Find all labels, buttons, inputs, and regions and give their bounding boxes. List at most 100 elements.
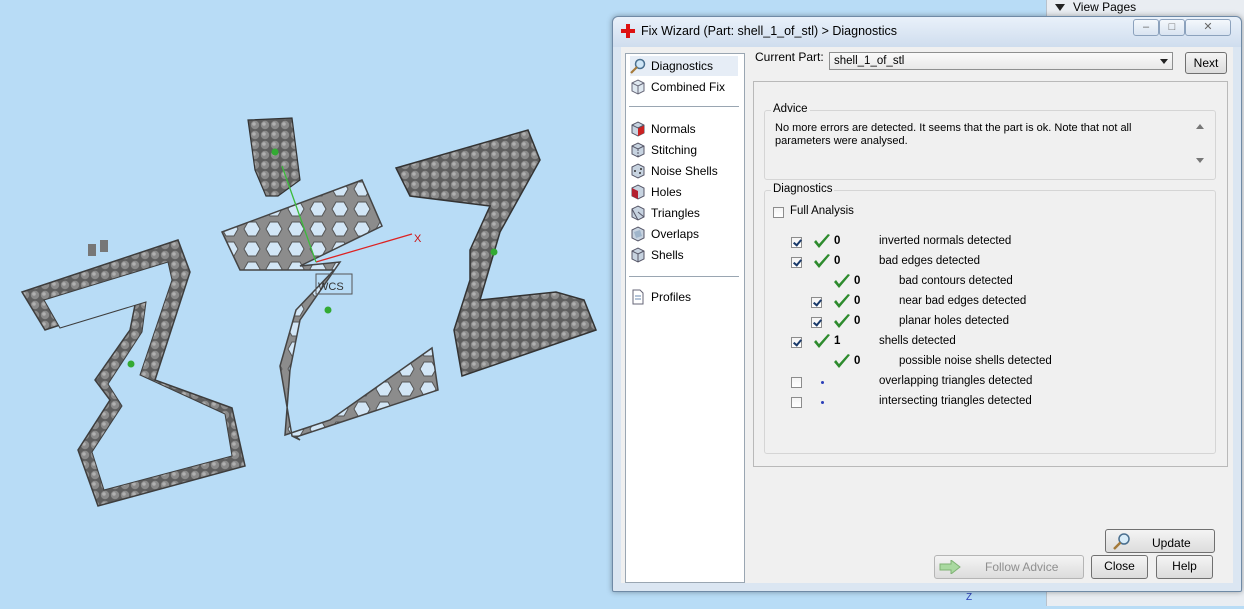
advice-title: Advice [771,103,810,115]
maximize-icon: □ [1168,21,1176,33]
magnifier-icon [1113,533,1130,550]
row-label: intersecting triangles detected [879,395,1032,407]
next-button[interactable]: Next [1185,52,1227,74]
nav-label: Noise Shells [651,164,718,178]
nav-item-combined-fix[interactable]: Combined Fix [630,77,738,97]
stitching-cube-icon [631,142,645,158]
check-mark-icon [834,314,850,328]
scroll-up-icon [1196,124,1204,129]
nav-divider [629,106,739,107]
pending-dot-icon [821,381,824,384]
advice-text: No more errors are detected. It seems th… [775,122,1132,147]
red-cross-icon [621,24,635,38]
diagnostics-group: Diagnostics Full Analysis 0 inverted norm… [764,183,1216,553]
advice-group: Advice No more errors are detected. It s… [764,103,1216,180]
row-checkbox[interactable] [791,257,802,268]
row-checkbox[interactable] [791,237,802,248]
view-pages-header[interactable]: View Pages [1055,0,1136,14]
nav-item-stitching[interactable]: Stitching [630,140,738,160]
collapse-triangle-icon [1055,4,1065,12]
check-mark-icon [834,294,850,308]
diagnostics-panel: Advice No more errors are detected. It s… [753,81,1228,553]
row-count: 1 [834,335,841,347]
close-button[interactable]: Close [1091,555,1148,579]
current-part-select[interactable]: shell_1_of_stl [829,52,1173,70]
update-label: Update [1152,536,1191,550]
arrow-right-icon [939,560,961,574]
row-label: bad contours detected [899,275,1013,287]
nav-label: Overlaps [651,227,700,241]
shells-cube-icon [631,247,645,263]
chevron-down-icon [1160,59,1168,64]
maximize-button[interactable]: □ [1159,19,1185,36]
row-checkbox[interactable] [811,297,822,308]
current-part-label: Current Part: [755,50,824,64]
scroll-down-icon [1196,158,1204,163]
update-button[interactable]: Update [1105,529,1215,553]
dialog-titlebar[interactable]: Fix Wizard (Part: shell_1_of_stl) > Diag… [613,17,1241,47]
nav-label: Normals [651,122,696,136]
noise-shells-icon [631,163,645,179]
check-mark-icon [834,274,850,288]
nav-divider [629,276,739,277]
nav-label: Stitching [651,143,698,157]
row-label: shells detected [879,335,956,347]
nav-item-overlaps[interactable]: Overlaps [630,224,738,244]
current-part-value: shell_1_of_stl [834,55,905,67]
nav-item-diagnostics[interactable]: Diagnostics [630,56,738,76]
wcs-label: WCS [318,281,344,293]
nav-label: Holes [651,185,682,199]
view-pages-label: View Pages [1073,0,1137,14]
pending-dot-icon [821,401,824,404]
row-label: inverted normals detected [879,235,1012,247]
triangles-cube-icon [631,205,645,221]
row-count: 0 [854,295,861,307]
z-part-right [394,129,597,377]
check-mark-icon [814,334,830,348]
close-window-button[interactable]: ✕ [1185,19,1231,36]
close-icon: ✕ [1203,21,1213,33]
nav-label: Triangles [651,206,700,220]
nav-label: Diagnostics [651,59,714,73]
holes-cube-icon [631,184,645,200]
magnifier-icon [630,58,646,74]
check-mark-icon [834,354,850,368]
fix-wizard-dialog: Fix Wizard (Part: shell_1_of_stl) > Diag… [612,16,1242,592]
check-mark-icon [814,254,830,268]
row-checkbox[interactable] [811,317,822,328]
nav-item-profiles[interactable]: Profiles [630,287,738,307]
row-checkbox[interactable] [791,397,802,408]
dialog-title: Fix Wizard (Part: shell_1_of_stl) > Diag… [641,24,897,38]
wizard-nav: Diagnostics Combined Fix Normals Stitchi… [625,53,745,583]
row-count: 0 [854,275,861,287]
nav-item-noise-shells[interactable]: Noise Shells [630,161,738,181]
minimize-button[interactable]: – [1133,19,1159,36]
nav-item-normals[interactable]: Normals [630,119,738,139]
full-analysis-label: Full Analysis [790,205,854,217]
row-checkbox[interactable] [791,337,802,348]
row-label: overlapping triangles detected [879,375,1033,387]
follow-advice-label: Follow Advice [985,560,1059,574]
row-label: possible noise shells detected [899,355,1052,367]
nav-label: Shells [651,248,684,262]
row-label: bad edges detected [879,255,981,267]
help-button[interactable]: Help [1156,555,1213,579]
row-count: 0 [854,355,861,367]
follow-advice-button[interactable]: Follow Advice [934,555,1084,579]
advice-scrollbar[interactable] [1193,121,1207,166]
row-label: near bad edges detected [899,295,1027,307]
row-checkbox[interactable] [791,377,802,388]
z-axis-label: Z [966,592,972,603]
full-analysis-checkbox[interactable] [773,207,784,218]
nav-item-holes[interactable]: Holes [630,182,738,202]
dialog-client: Diagnostics Combined Fix Normals Stitchi… [621,47,1233,583]
x-axis-label: X [414,233,422,245]
cube-icon [631,79,645,95]
row-label: planar holes detected [899,315,1009,327]
z-part-left [20,239,246,507]
diagnostics-title: Diagnostics [771,183,835,195]
nav-item-triangles[interactable]: Triangles [630,203,738,223]
document-icon [632,289,644,305]
overlaps-cube-icon [631,226,645,242]
nav-item-shells[interactable]: Shells [630,245,738,265]
